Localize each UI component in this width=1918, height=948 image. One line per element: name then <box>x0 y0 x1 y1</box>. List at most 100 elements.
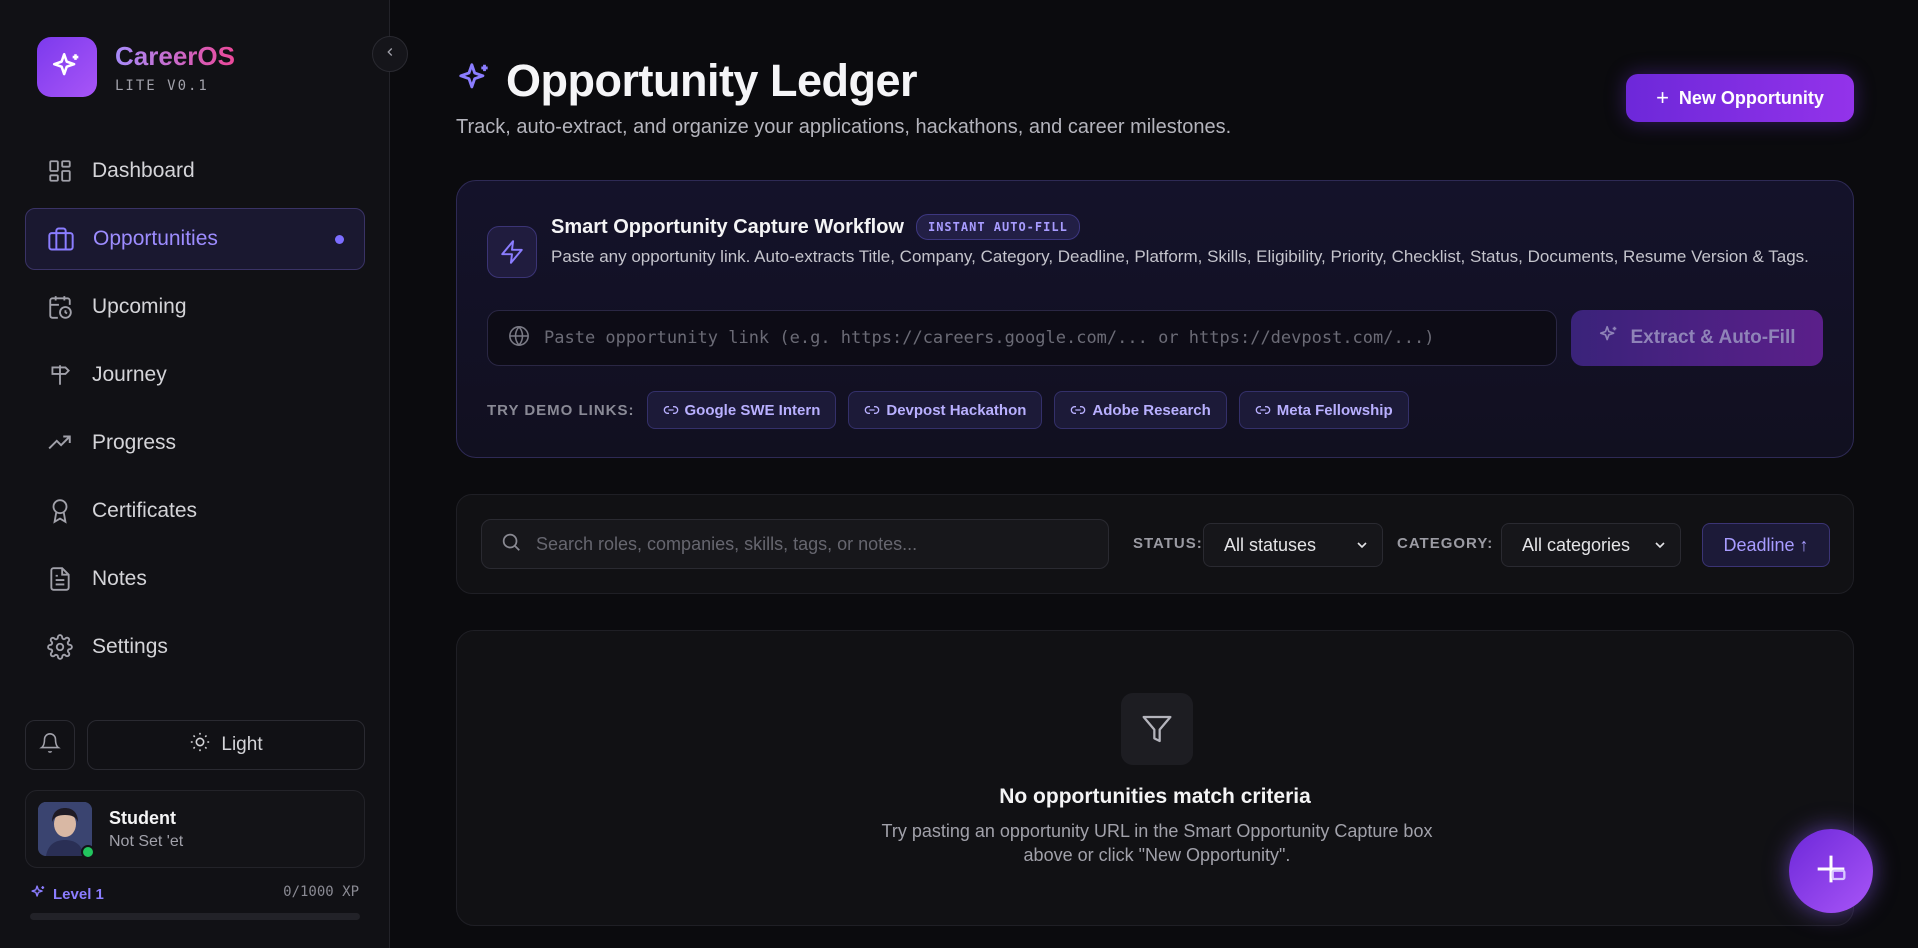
award-icon <box>45 496 75 526</box>
sidebar-item-label: Settings <box>92 635 168 658</box>
theme-toggle-label: Light <box>221 734 263 755</box>
sort-deadline-button[interactable]: Deadline ↑ <box>1702 523 1830 567</box>
collapse-sidebar-button[interactable] <box>372 36 408 72</box>
globe-icon <box>508 325 530 352</box>
link-icon <box>1255 406 1271 414</box>
category-select[interactable]: All categories <box>1501 523 1681 567</box>
gear-icon <box>45 632 75 662</box>
sidebar-item-label: Dashboard <box>92 159 195 182</box>
sidebar-item-certificates[interactable]: Certificates <box>25 480 365 542</box>
status-filter-label: STATUS: <box>1133 535 1203 552</box>
demo-link-devpost-hackathon[interactable]: Devpost Hackathon <box>848 391 1043 429</box>
capture-title: Smart Opportunity Capture Workflow <box>551 215 904 238</box>
auto-fill-badge: INSTANT AUTO-FILL <box>915 214 1080 240</box>
document-icon <box>45 564 75 594</box>
level-indicator: Level 1 <box>30 884 104 905</box>
demo-link-label: Google SWE Intern <box>684 401 821 419</box>
sidebar-item-journey[interactable]: Journey <box>25 344 365 406</box>
xp-progress-bar <box>30 913 360 920</box>
sidebar-item-label: Certificates <box>92 499 198 522</box>
lightning-icon <box>487 226 537 278</box>
status-select-value: All statuses <box>1224 534 1317 555</box>
page-subtitle: Track, auto-extract, and organize your a… <box>456 116 1232 138</box>
category-filter-label: CATEGORY: <box>1397 535 1494 552</box>
sidebar-item-label: Progress <box>92 431 177 454</box>
trending-up-icon <box>45 428 75 458</box>
sidebar-item-upcoming[interactable]: Upcoming <box>25 276 365 338</box>
page-heading: Opportunity Ledger <box>506 55 918 106</box>
smart-capture-panel: Smart Opportunity Capture Workflow INSTA… <box>456 180 1854 458</box>
sidebar-item-settings[interactable]: Settings <box>25 616 365 678</box>
calendar-clock-icon <box>45 292 75 322</box>
user-subtitle: Not Set 'et <box>109 832 184 850</box>
category-select-value: All categories <box>1522 534 1631 555</box>
search-icon <box>500 531 522 558</box>
brand-version: LITE V0.1 <box>115 77 209 94</box>
sidebar-item-label: Journey <box>92 363 167 386</box>
link-icon <box>1071 406 1086 414</box>
briefcase-icon <box>46 224 76 254</box>
sidebar-item-dashboard[interactable]: Dashboard <box>25 140 365 202</box>
xp-counter: 0/1000 XP <box>283 884 359 900</box>
search-input[interactable]: Search roles, companies, skills, tags, o… <box>481 519 1109 569</box>
online-status-indicator <box>81 845 95 859</box>
level-label: Level 1 <box>53 886 104 903</box>
filter-funnel-icon <box>1121 693 1193 765</box>
sparkles-icon <box>456 60 494 103</box>
sparkles-icon <box>1598 324 1630 352</box>
sidebar-item-label: Upcoming <box>92 295 187 318</box>
dashboard-icon <box>45 156 75 186</box>
capture-description: Paste any opportunity link. Auto-extract… <box>551 247 1809 266</box>
brand-name: CareerOS <box>115 40 235 71</box>
sidebar-item-notes[interactable]: Notes <box>25 548 365 610</box>
notifications-button[interactable] <box>25 720 75 770</box>
demo-links-label: TRY DEMO LINKS: <box>487 401 635 419</box>
floating-add-button[interactable] <box>1789 829 1873 913</box>
search-placeholder: Search roles, companies, skills, tags, o… <box>536 533 918 554</box>
empty-state-title: No opportunities match criteria <box>999 785 1311 808</box>
chevron-left-icon <box>383 45 397 64</box>
link-icon <box>663 406 678 414</box>
sidebar-nav: Dashboard Opportunities Upcoming Journey <box>25 140 365 684</box>
empty-state-panel: No opportunities match criteria Try past… <box>456 630 1854 926</box>
extract-autofill-button[interactable]: Extract & Auto-Fill <box>1571 310 1823 366</box>
demo-link-meta-fellowship[interactable]: Meta Fellowship <box>1238 391 1409 429</box>
demo-link-label: Adobe Research <box>1092 401 1211 419</box>
link-icon <box>865 406 880 414</box>
opportunity-link-input[interactable]: Paste opportunity link (e.g. https://car… <box>487 310 1557 366</box>
sidebar-item-opportunities[interactable]: Opportunities <box>25 208 365 270</box>
empty-state-subtitle: Try pasting an opportunity URL in the Sm… <box>881 821 1433 865</box>
avatar <box>38 802 95 859</box>
plus-icon: + <box>1656 85 1669 110</box>
active-indicator-dot <box>335 234 344 244</box>
demo-link-label: Meta Fellowship <box>1276 401 1393 419</box>
new-opportunity-button[interactable]: + New Opportunity <box>1626 74 1854 122</box>
sparkles-logo-icon <box>37 37 97 97</box>
sidebar-item-progress[interactable]: Progress <box>25 412 365 474</box>
sidebar-item-label: Opportunities <box>93 227 218 250</box>
page-title: Opportunity Ledger <box>456 55 918 107</box>
sun-icon <box>189 731 221 759</box>
filter-bar: Search roles, companies, skills, tags, o… <box>456 494 1854 594</box>
chevron-down-icon <box>1655 542 1665 549</box>
theme-toggle-button[interactable]: Light <box>87 720 365 770</box>
brand[interactable]: CareerOS LITE V0.1 <box>37 37 235 97</box>
demo-links-row: TRY DEMO LINKS: Google SWE Intern Devpos… <box>487 391 1421 429</box>
signpost-icon <box>45 360 75 390</box>
new-opportunity-label: New Opportunity <box>1678 87 1824 108</box>
chevron-down-icon <box>1357 542 1367 549</box>
sparkles-icon <box>30 884 53 905</box>
demo-link-google-swe-intern[interactable]: Google SWE Intern <box>646 391 837 429</box>
extract-button-label: Extract & Auto-Fill <box>1630 327 1796 348</box>
sidebar-item-label: Notes <box>92 567 147 590</box>
link-input-placeholder: Paste opportunity link (e.g. https://car… <box>544 328 1435 348</box>
demo-link-adobe-research[interactable]: Adobe Research <box>1054 391 1227 429</box>
user-name: Student <box>109 807 176 828</box>
bell-icon <box>39 732 61 759</box>
user-profile-card[interactable]: Student Not Set 'et <box>25 790 365 868</box>
plus-icon <box>1811 849 1851 894</box>
main-content: Opportunity Ledger Track, auto-extract, … <box>390 0 1918 948</box>
demo-link-label: Devpost Hackathon <box>886 401 1027 419</box>
sidebar: CareerOS LITE V0.1 Dashboard Opportuniti… <box>0 0 390 948</box>
status-select[interactable]: All statuses <box>1203 523 1383 567</box>
